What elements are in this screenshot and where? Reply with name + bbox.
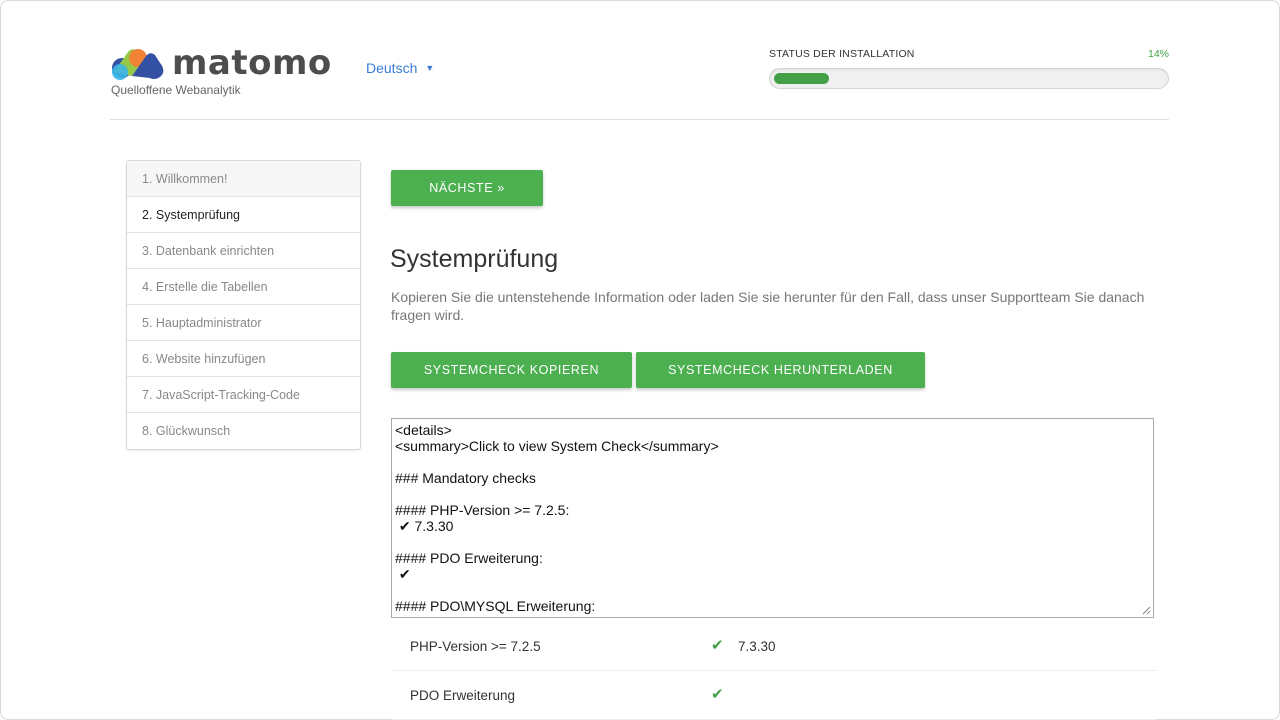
system-check-table: PHP-Version >= 7.2.5 ✔ 7.3.30 PDO Erweit… xyxy=(391,622,1156,720)
textarea-line: <details> xyxy=(395,422,452,438)
step-super-user[interactable]: 5. Hauptadministrator xyxy=(127,305,360,341)
installation-status-label: STATUS DER INSTALLATION xyxy=(769,48,915,60)
textarea-line xyxy=(395,582,1150,598)
resize-grip-icon[interactable] xyxy=(1142,606,1151,615)
installation-progress-bar xyxy=(769,68,1169,89)
textarea-line xyxy=(395,534,1150,550)
step-tracking-code[interactable]: 7. JavaScript-Tracking-Code xyxy=(127,377,360,413)
matomo-logo[interactable]: matomo xyxy=(110,44,332,82)
brand-tagline: Quelloffene Webanalytik xyxy=(111,83,241,97)
installation-steps: 1. Willkommen! 2. Systemprüfung 3. Daten… xyxy=(126,160,361,450)
textarea-line: <summary>Click to view System Check</sum… xyxy=(395,438,719,454)
step-add-website[interactable]: 6. Website hinzufügen xyxy=(127,341,360,377)
step-congratulations[interactable]: 8. Glückwunsch xyxy=(127,413,360,449)
download-system-check-button[interactable]: SYSTEMCHECK HERUNTERLADEN xyxy=(636,352,925,388)
page-description: Kopieren Sie die untenstehende Informati… xyxy=(391,289,1145,323)
textarea-line: ✔ xyxy=(395,614,1150,617)
step-system-check[interactable]: 2. Systemprüfung xyxy=(127,197,360,233)
textarea-line: #### PHP-Version >= 7.2.5: xyxy=(395,502,570,518)
caret-down-icon: ▼ xyxy=(425,63,435,73)
table-row: PHP-Version >= 7.2.5 ✔ 7.3.30 xyxy=(391,622,1156,671)
check-name: PDO Erweiterung xyxy=(410,688,516,703)
textarea-line xyxy=(395,454,1150,470)
textarea-line: ✔ 7.3.30 xyxy=(395,518,454,534)
textarea-line: ### Mandatory checks xyxy=(395,470,536,486)
installation-progress-fill xyxy=(774,73,829,84)
step-create-tables[interactable]: 4. Erstelle die Tabellen xyxy=(127,269,360,305)
check-value: 7.3.30 xyxy=(738,639,776,654)
textarea-line: #### PDO Erweiterung: xyxy=(395,550,543,566)
textarea-line: #### PDO\MYSQL Erweiterung: xyxy=(395,598,596,614)
system-check-textarea[interactable]: <details> <summary>Click to view System … xyxy=(391,418,1154,618)
language-selector[interactable]: Deutsch ▼ xyxy=(366,60,434,76)
textarea-line xyxy=(395,486,1150,502)
check-icon: ✔ xyxy=(711,637,724,654)
header-divider xyxy=(110,119,1169,120)
step-database-setup[interactable]: 3. Datenbank einrichten xyxy=(127,233,360,269)
matomo-logo-icon xyxy=(112,49,164,80)
page-title: Systemprüfung xyxy=(390,245,559,273)
brand-name: matomo xyxy=(172,43,332,83)
table-row: PDO Erweiterung ✔ xyxy=(391,671,1156,720)
installation-status-percent: 14% xyxy=(1147,48,1169,60)
next-button[interactable]: NÄCHSTE » xyxy=(391,170,543,206)
language-label: Deutsch xyxy=(366,60,418,76)
textarea-line: ✔ xyxy=(395,566,411,582)
step-welcome[interactable]: 1. Willkommen! xyxy=(127,161,360,197)
check-name: PHP-Version >= 7.2.5 xyxy=(410,639,541,654)
copy-system-check-button[interactable]: SYSTEMCHECK KOPIEREN xyxy=(391,352,632,388)
check-icon: ✔ xyxy=(711,686,724,703)
